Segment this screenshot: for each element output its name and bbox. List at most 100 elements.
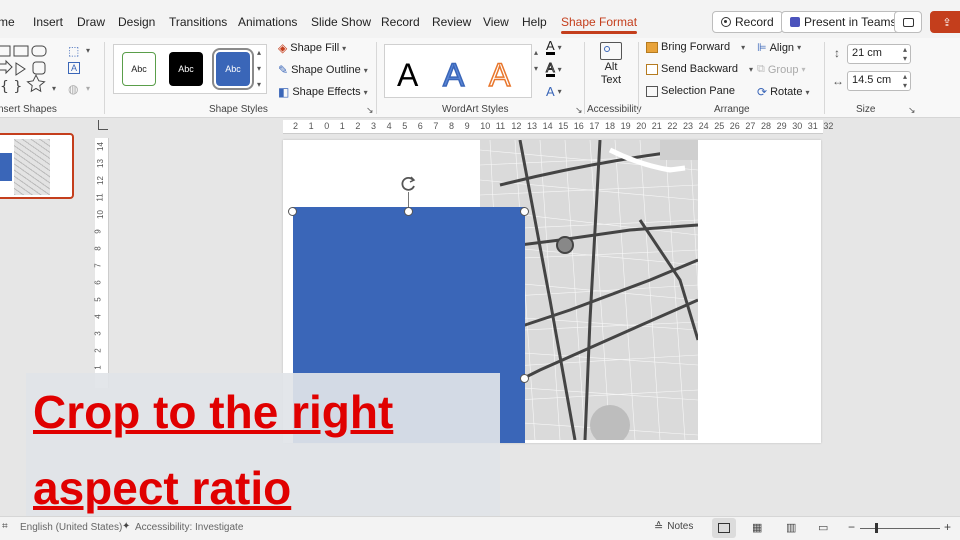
zoom-slider-thumb[interactable] xyxy=(875,523,878,533)
slide-thumbnail[interactable] xyxy=(0,133,74,199)
tab-record[interactable]: Record xyxy=(381,15,420,29)
text-effects-button[interactable]: A ▾ xyxy=(546,84,562,99)
normal-view-icon xyxy=(718,523,730,533)
resize-handle-top-left[interactable] xyxy=(288,207,297,216)
shape-styles-launcher-icon[interactable]: ↘ xyxy=(366,105,374,116)
shape-style-blue[interactable]: Abc xyxy=(212,48,254,90)
ruler-tick-label: 8 xyxy=(93,246,103,251)
spell-check-icon[interactable]: ⌗ xyxy=(2,521,8,532)
reading-view-icon[interactable]: ▥ xyxy=(786,521,796,534)
tab-shape-format[interactable]: Shape Format xyxy=(561,15,638,34)
caption-line-2: aspect ratio xyxy=(33,462,292,514)
wordart-blue[interactable]: A xyxy=(442,56,465,94)
tab-draw[interactable]: Draw xyxy=(77,15,105,29)
tab-animations[interactable]: Animations xyxy=(238,15,297,29)
tab-review[interactable]: Review xyxy=(432,15,471,29)
share-button[interactable]: ⇪ xyxy=(930,11,960,33)
tab-help[interactable]: Help xyxy=(522,15,547,29)
accessibility-status[interactable]: Accessibility: Investigate xyxy=(135,522,243,533)
tab-slide-show[interactable]: Slide Show xyxy=(311,15,371,29)
width-input[interactable]: 14.5 cm ▴ ▾ xyxy=(847,71,911,91)
ruler-tick-label: 28 xyxy=(761,121,772,131)
bring-forward-button[interactable]: Bring Forward ▾ xyxy=(646,41,745,53)
width-value: 14.5 cm xyxy=(852,74,892,86)
ruler-tick-label: 4 xyxy=(93,314,103,319)
ruler-tick-label: 10 xyxy=(480,121,491,131)
wordart-scroll-up-icon[interactable]: ▴ xyxy=(534,48,538,57)
comments-button[interactable] xyxy=(894,11,922,33)
align-label: Align xyxy=(769,41,795,54)
status-bar: ⌗ English (United States) ✦ Accessibilit… xyxy=(0,516,960,540)
present-in-teams-button[interactable]: Present in Teams xyxy=(781,11,906,33)
edit-shape-icon[interactable]: ⬚ xyxy=(68,44,79,58)
map-roundabout xyxy=(556,236,574,254)
text-outline-button[interactable]: A ▾ xyxy=(546,61,562,77)
height-input[interactable]: 21 cm ▴ ▾ xyxy=(847,44,911,64)
ruler-tick-label: 13 xyxy=(527,121,538,131)
ruler-corner xyxy=(98,120,108,130)
ruler-tick-label: 16 xyxy=(573,121,584,131)
rotation-handle[interactable] xyxy=(400,174,418,192)
ruler-tick-label: 19 xyxy=(620,121,631,131)
wordart-black[interactable]: A xyxy=(397,57,418,94)
shape-effects-button[interactable]: ◧ Shape Effects ▾ xyxy=(278,85,368,99)
shapes-expand-icon[interactable]: ▾ xyxy=(52,84,56,93)
shape-outline-button[interactable]: ✎ Shape Outline ▾ xyxy=(278,63,368,77)
language-status[interactable]: English (United States) xyxy=(20,522,122,533)
normal-view-button[interactable] xyxy=(712,518,736,538)
ruler-tick-label: 27 xyxy=(745,121,756,131)
zoom-slider[interactable] xyxy=(860,523,940,533)
menu-bar: rme Insert Draw Design Transitions Anima… xyxy=(0,0,960,38)
resize-handle-top-right[interactable] xyxy=(520,207,529,216)
notes-button[interactable]: ≙ Notes xyxy=(654,520,693,533)
slide-sorter-icon[interactable]: ▦ xyxy=(752,521,762,534)
align-button[interactable]: ⊫ Align ▾ xyxy=(757,41,801,55)
tab-home[interactable]: rme xyxy=(0,15,15,29)
tab-view[interactable]: View xyxy=(483,15,509,29)
shapes-gallery[interactable]: { } xyxy=(0,42,100,96)
ruler-tick-label: 31 xyxy=(807,121,818,131)
gallery-scroll-up-icon[interactable]: ▴ xyxy=(257,48,261,57)
ruler-tick-label: 11 xyxy=(95,193,105,202)
notes-label: Notes xyxy=(667,521,694,532)
teams-icon xyxy=(790,17,800,27)
resize-handle-right[interactable] xyxy=(520,374,529,383)
ruler-tick-label: 14 xyxy=(95,142,105,151)
bring-forward-label: Bring Forward xyxy=(661,41,731,53)
selection-pane-button[interactable]: Selection Pane xyxy=(646,85,735,97)
accessibility-icon: ✦ xyxy=(122,521,131,532)
vertical-scrollbar[interactable] xyxy=(950,118,960,516)
tab-insert[interactable]: Insert xyxy=(33,15,63,29)
shape-style-black[interactable]: Abc xyxy=(169,52,203,86)
record-button[interactable]: Record xyxy=(712,11,783,33)
gallery-scroll-down-icon[interactable]: ▾ xyxy=(257,64,261,73)
size-launcher-icon[interactable]: ↘ xyxy=(908,105,916,116)
accessibility-group-label: Accessibility xyxy=(587,104,642,115)
wordart-scroll-down-icon[interactable]: ▾ xyxy=(534,64,538,73)
wordart-launcher-icon[interactable]: ↘ xyxy=(575,105,583,116)
ruler-tick-label: 6 xyxy=(93,280,103,285)
alt-text-icon xyxy=(600,42,622,60)
wordart-orange-outline[interactable]: A xyxy=(488,56,511,94)
ruler-tick-label: 23 xyxy=(683,121,694,131)
shape-style-outline-green[interactable]: Abc xyxy=(122,52,156,86)
width-icon: ↔ xyxy=(832,74,844,88)
zoom-out-icon[interactable]: − xyxy=(848,520,855,534)
style-sample-label: Abc xyxy=(131,64,147,74)
ruler-tick-label: 25 xyxy=(714,121,725,131)
send-backward-icon xyxy=(646,63,658,75)
rotate-button[interactable]: ⟳ Rotate ▾ xyxy=(757,85,810,99)
alt-text-button[interactable]: Alt Text xyxy=(596,42,626,87)
zoom-in-icon[interactable]: + xyxy=(944,520,951,534)
send-backward-button[interactable]: Send Backward ▾ xyxy=(646,63,753,75)
text-fill-button[interactable]: A ▾ xyxy=(546,39,562,55)
gallery-more-icon[interactable]: ▾ xyxy=(257,80,261,89)
slide-show-icon[interactable]: ▭ xyxy=(818,521,828,534)
text-box-icon[interactable]: A xyxy=(68,62,80,74)
ruler-tick-label: 14 xyxy=(542,121,553,131)
tab-transitions[interactable]: Transitions xyxy=(169,15,227,29)
pen-icon: ✎ xyxy=(278,63,289,77)
shape-fill-button[interactable]: ◈ Shape Fill ▾ xyxy=(278,41,346,55)
tab-design[interactable]: Design xyxy=(118,15,155,29)
resize-handle-top[interactable] xyxy=(404,207,413,216)
